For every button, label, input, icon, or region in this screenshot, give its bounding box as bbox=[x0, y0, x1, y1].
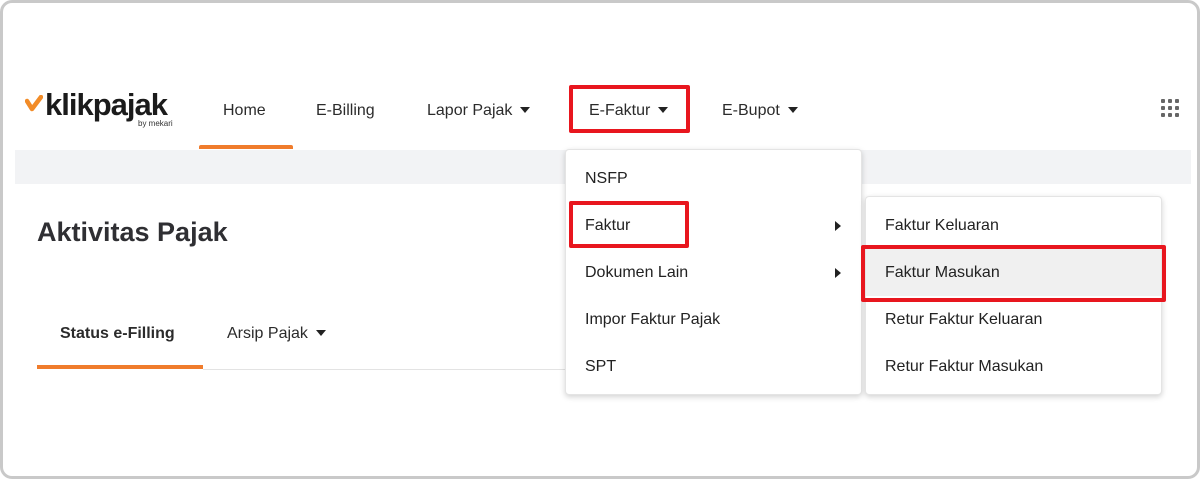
nav-ebupot[interactable]: E-Bupot bbox=[722, 99, 798, 123]
page-title: Aktivitas Pajak bbox=[37, 217, 228, 247]
nav-ebilling-label: E-Billing bbox=[316, 102, 375, 119]
menu-item-label: SPT bbox=[585, 358, 617, 375]
menu-item-dokumen-lain[interactable]: Dokumen Lain bbox=[566, 249, 861, 296]
submenu-item-faktur-keluaran[interactable]: Faktur Keluaran bbox=[866, 202, 1161, 249]
tab-active-indicator bbox=[37, 365, 203, 369]
tab-status-label: Status e-Filling bbox=[60, 325, 175, 342]
nav-efaktur-label: E-Faktur bbox=[589, 102, 651, 119]
caret-right-icon bbox=[835, 268, 841, 278]
caret-down-icon bbox=[315, 329, 326, 336]
faktur-submenu: Faktur Keluaran Faktur Masukan Retur Fak… bbox=[865, 196, 1162, 395]
caret-down-icon bbox=[520, 106, 531, 113]
submenu-item-faktur-masukan[interactable]: Faktur Masukan bbox=[866, 249, 1161, 296]
efaktur-dropdown: NSFP Faktur Dokumen Lain Impor Faktur Pa… bbox=[565, 149, 862, 395]
logo-wordmark: klikpajak bbox=[45, 87, 168, 122]
menu-item-spt[interactable]: SPT bbox=[566, 343, 861, 390]
tab-arsip-label: Arsip Pajak bbox=[227, 325, 308, 342]
menu-item-label: Faktur bbox=[585, 217, 631, 234]
logo-check-icon bbox=[25, 95, 43, 112]
submenu-item-retur-faktur-keluaran[interactable]: Retur Faktur Keluaran bbox=[866, 296, 1161, 343]
menu-item-nsfp[interactable]: NSFP bbox=[566, 155, 861, 202]
screenshot-frame: klikpajak by mekari Home E-Billing Lapor… bbox=[0, 0, 1200, 479]
logo-byline: by mekari bbox=[138, 119, 173, 128]
tab-arsip-pajak[interactable]: Arsip Pajak bbox=[227, 323, 326, 345]
menu-item-label: NSFP bbox=[585, 170, 628, 187]
nav-ebupot-label: E-Bupot bbox=[722, 102, 780, 119]
menu-item-faktur[interactable]: Faktur bbox=[566, 202, 861, 249]
menu-item-label: Impor Faktur Pajak bbox=[585, 311, 721, 328]
nav-lapor-pajak-label: Lapor Pajak bbox=[427, 102, 513, 119]
caret-right-icon bbox=[835, 221, 841, 231]
nav-home[interactable]: Home bbox=[223, 99, 266, 123]
menu-item-impor-faktur-pajak[interactable]: Impor Faktur Pajak bbox=[566, 296, 861, 343]
nav-ebilling[interactable]: E-Billing bbox=[316, 99, 375, 123]
submenu-item-label: Faktur Masukan bbox=[885, 264, 1000, 281]
submenu-item-label: Retur Faktur Masukan bbox=[885, 358, 1044, 375]
nav-efaktur[interactable]: E-Faktur bbox=[589, 99, 669, 123]
submenu-item-label: Retur Faktur Keluaran bbox=[885, 311, 1043, 328]
nav-active-indicator bbox=[199, 145, 293, 149]
tab-status-efilling[interactable]: Status e-Filling bbox=[60, 323, 175, 345]
submenu-item-retur-faktur-masukan[interactable]: Retur Faktur Masukan bbox=[866, 343, 1161, 390]
menu-item-label: Dokumen Lain bbox=[585, 264, 689, 281]
nav-lapor-pajak[interactable]: Lapor Pajak bbox=[427, 99, 531, 123]
caret-down-icon bbox=[658, 106, 669, 113]
tab-divider bbox=[203, 369, 583, 370]
submenu-item-label: Faktur Keluaran bbox=[885, 217, 999, 234]
caret-down-icon bbox=[787, 106, 798, 113]
nav-home-label: Home bbox=[223, 102, 266, 119]
